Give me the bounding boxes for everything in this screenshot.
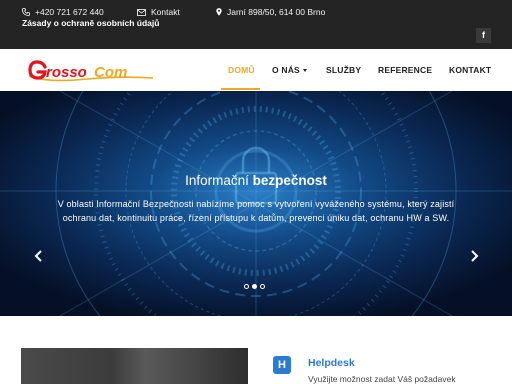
hero-description: V oblasti Informační Bezpečnosti nabízím…: [57, 199, 455, 223]
office-photo: [21, 348, 248, 384]
map-pin-icon: [216, 8, 222, 16]
facebook-icon: f: [482, 30, 485, 40]
facebook-button[interactable]: f: [476, 28, 491, 43]
hero-slider: Informační bezpečnost V oblasti Informač…: [0, 91, 512, 316]
helpdesk-text: Využijte možnost zadat Váš požadavek: [308, 374, 456, 384]
hero-title-bold: bezpečnost: [252, 173, 327, 188]
logo-text-first: rosso: [46, 64, 87, 81]
phone-icon: [22, 8, 30, 16]
nav-item-services[interactable]: SLUŽBY: [326, 65, 361, 75]
email-contact[interactable]: Kontakt: [137, 7, 180, 17]
caret-down-icon: [302, 69, 307, 72]
envelope-icon: [137, 9, 146, 16]
chevron-left-icon[interactable]: [31, 248, 47, 264]
nav-item-home[interactable]: DOMŮ: [228, 65, 255, 75]
nav-item-contact[interactable]: KONTAKT: [449, 65, 491, 75]
address-contact: Jarní 898/50, 614 00 Brno: [216, 7, 325, 17]
slide-indicator-1[interactable]: [244, 284, 249, 289]
privacy-policy-link[interactable]: Zásady o ochraně osobních údajů: [22, 18, 159, 28]
nav-item-about-label: O NÁS: [272, 65, 300, 75]
main-navbar: rosso Com DOMŮ O NÁS SLUŽBY REFERENCE KO…: [0, 49, 512, 91]
hero-title-regular: Informační: [185, 173, 249, 188]
nav-item-about[interactable]: O NÁS: [272, 65, 307, 75]
logo-text-second: Com: [94, 64, 127, 81]
address-text: Jarní 898/50, 614 00 Brno: [227, 7, 326, 17]
active-nav-underline: [221, 88, 260, 90]
content-section: H Helpdesk Využijte možnost zadat Váš po…: [0, 316, 512, 384]
grossocom-logo[interactable]: rosso Com: [27, 58, 155, 84]
nav-item-reference[interactable]: REFERENCE: [378, 65, 432, 75]
helpdesk-title[interactable]: Helpdesk: [308, 357, 355, 369]
phone-number: +420 721 672 440: [35, 7, 104, 17]
chevron-right-icon[interactable]: [466, 248, 482, 264]
slide-indicator-2[interactable]: [252, 284, 257, 289]
helpdesk-icon: H: [273, 356, 291, 374]
top-bar: +420 721 672 440 Kontakt Jarní 898/50, 6…: [0, 0, 512, 49]
email-label: Kontakt: [151, 7, 180, 17]
phone-contact[interactable]: +420 721 672 440: [22, 7, 104, 17]
hero-title: Informační bezpečnost: [0, 173, 512, 188]
slide-indicator-3[interactable]: [260, 284, 265, 289]
slider-indicators: [244, 284, 268, 290]
